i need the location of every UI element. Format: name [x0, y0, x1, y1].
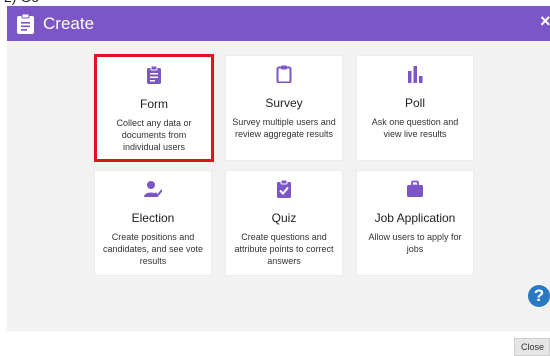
- bar-chart-icon: [408, 66, 423, 83]
- help-icon[interactable]: ?: [528, 285, 550, 307]
- dialog-body: Form Collect any data or documents from …: [7, 41, 550, 331]
- close-icon[interactable]: ×: [540, 10, 550, 32]
- clipboard-check-icon: [277, 180, 291, 198]
- card-survey[interactable]: Survey Survey multiple users and review …: [225, 55, 343, 161]
- close-button[interactable]: Close: [514, 338, 550, 356]
- dialog-header: Create ×: [7, 6, 550, 41]
- clipboard-list-icon: [147, 66, 161, 84]
- dialog-title: Create: [43, 13, 95, 33]
- card-label: Election: [131, 211, 175, 225]
- card-description: Survey multiple users and review aggrega…: [232, 117, 336, 139]
- card-description: Allow users to apply for jobs: [368, 232, 462, 254]
- card-description: Collect any data or documents from indiv…: [116, 118, 192, 152]
- briefcase-icon: [407, 180, 423, 197]
- person-check-icon: [144, 181, 162, 197]
- card-label: Job Application: [374, 211, 456, 225]
- card-label: Poll: [404, 96, 425, 110]
- clipboard-list-icon: [17, 13, 34, 34]
- card-label: Form: [140, 97, 168, 111]
- card-label: Survey: [265, 96, 303, 110]
- card-poll[interactable]: Poll Ask one question and view live resu…: [356, 55, 474, 161]
- card-quiz[interactable]: Quiz Create questions and attribute poin…: [225, 170, 343, 276]
- card-description: Ask one question and view live results: [371, 117, 459, 139]
- clipboard-outline-icon: [276, 65, 292, 83]
- card-election[interactable]: Election Create positions and candidates…: [94, 170, 212, 276]
- card-description: Create positions and candidates, and see…: [102, 232, 204, 266]
- card-label: Quiz: [271, 211, 297, 225]
- card-form[interactable]: Form Collect any data or documents from …: [94, 54, 214, 162]
- card-description: Create questions and attribute points to…: [234, 232, 334, 266]
- card-job-application[interactable]: Job Application Allow users to apply for…: [356, 170, 474, 276]
